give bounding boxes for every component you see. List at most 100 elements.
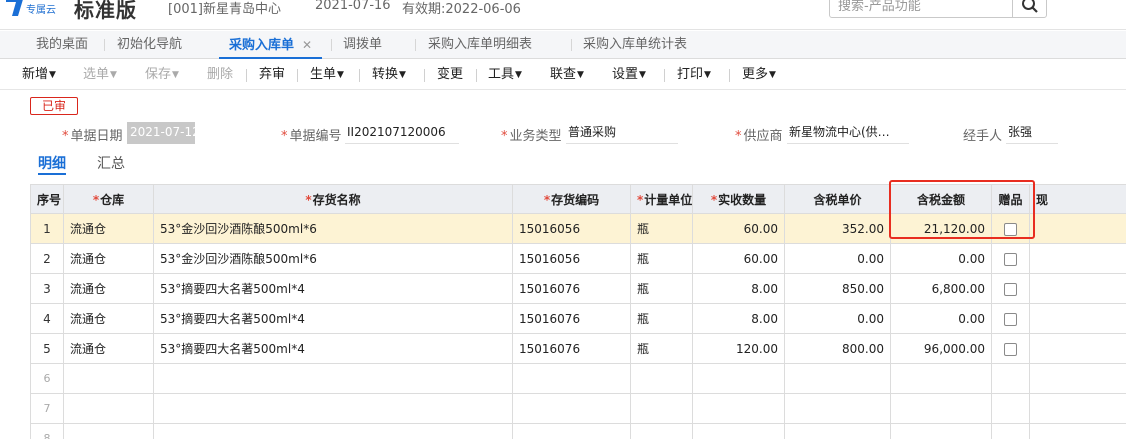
cell-warehouse[interactable]: 流通仓	[63, 303, 154, 334]
convert-button[interactable]: 转换▼	[372, 60, 406, 90]
cell-extra[interactable]	[1029, 213, 1126, 244]
cell-unit[interactable]: 瓶	[630, 333, 693, 364]
gift-checkbox[interactable]	[1004, 282, 1017, 296]
tab-purchase-receipt[interactable]: 采购入库单 ✕	[219, 31, 323, 59]
cell-extra[interactable]	[1029, 243, 1126, 274]
cell-empty[interactable]	[784, 393, 891, 424]
table-row-empty[interactable]: 8	[30, 423, 1126, 439]
gift-checkbox[interactable]	[1004, 252, 1017, 266]
cell-unit[interactable]: 瓶	[630, 243, 693, 274]
col-warehouse[interactable]: *仓库	[63, 184, 154, 214]
cell-empty[interactable]	[512, 393, 631, 424]
cell-empty[interactable]	[692, 393, 785, 424]
cell-qty[interactable]: 8.00	[692, 273, 785, 304]
cell-unit[interactable]: 瓶	[630, 213, 693, 244]
abandon-audit-button[interactable]: 弃审	[259, 60, 285, 90]
cell-empty[interactable]	[991, 393, 1030, 424]
cell-name[interactable]: 53°摘要四大名著500ml*4	[153, 303, 513, 334]
cell-extra[interactable]	[1029, 273, 1126, 304]
new-button[interactable]: 新增▼	[22, 60, 56, 90]
gift-checkbox[interactable]	[1004, 312, 1017, 326]
table-row-empty[interactable]: 7	[30, 393, 1126, 424]
cell-code[interactable]: 15016076	[512, 273, 631, 304]
tab-my-desktop[interactable]: 我的桌面	[36, 31, 88, 59]
linked-query-button[interactable]: 联查▼	[550, 60, 584, 90]
cell-empty[interactable]	[512, 363, 631, 394]
col-name[interactable]: *存货名称	[153, 184, 513, 214]
cell-name[interactable]: 53°摘要四大名著500ml*4	[153, 273, 513, 304]
cell-unit[interactable]: 瓶	[630, 273, 693, 304]
cell-empty[interactable]	[692, 363, 785, 394]
tools-button[interactable]: 工具▼	[488, 60, 522, 90]
cell-empty[interactable]	[692, 423, 785, 439]
cell-empty[interactable]	[890, 423, 992, 439]
cell-code[interactable]: 15016056	[512, 243, 631, 274]
cell-extra[interactable]	[1029, 333, 1126, 364]
tab-receipt-summary-report[interactable]: 采购入库单统计表	[583, 31, 687, 59]
cell-code[interactable]: 15016076	[512, 333, 631, 364]
handler-field[interactable]: 张强	[1006, 122, 1058, 144]
cell-name[interactable]: 53°摘要四大名著500ml*4	[153, 333, 513, 364]
cell-qty[interactable]: 60.00	[692, 213, 785, 244]
cell-unit[interactable]: 瓶	[630, 303, 693, 334]
settings-button[interactable]: 设置▼	[612, 60, 646, 90]
gift-checkbox[interactable]	[1004, 222, 1017, 236]
tab-detail[interactable]: 明细	[38, 153, 66, 175]
col-extra[interactable]: 现	[1029, 184, 1126, 214]
print-button[interactable]: 打印▼	[677, 60, 711, 90]
delete-button[interactable]: 删除	[207, 60, 233, 90]
tab-transfer[interactable]: 调拨单	[343, 31, 382, 59]
col-unit[interactable]: *计量单位	[630, 184, 693, 214]
cell-warehouse[interactable]: 流通仓	[63, 243, 154, 274]
search-input[interactable]	[838, 0, 1008, 15]
cell-empty[interactable]	[63, 393, 154, 424]
cell-empty[interactable]	[991, 423, 1030, 439]
cell-empty[interactable]	[1029, 423, 1126, 439]
cell-empty[interactable]	[784, 423, 891, 439]
col-gift[interactable]: 赠品	[991, 184, 1030, 214]
col-qty[interactable]: *实收数量	[692, 184, 785, 214]
cell-name[interactable]: 53°金沙回沙酒陈酿500ml*6	[153, 243, 513, 274]
cell-qty[interactable]: 60.00	[692, 243, 785, 274]
change-button[interactable]: 变更	[437, 60, 463, 90]
business-type-field[interactable]: 普通采购	[566, 122, 678, 144]
cell-price[interactable]: 352.00	[784, 213, 891, 244]
cell-warehouse[interactable]: 流通仓	[63, 333, 154, 364]
cell-empty[interactable]	[890, 363, 992, 394]
cell-empty[interactable]	[153, 423, 513, 439]
cell-empty[interactable]	[630, 423, 693, 439]
table-row[interactable]: 1 流通仓 53°金沙回沙酒陈酿500ml*6 15016056 瓶 60.00…	[30, 213, 1126, 244]
cell-empty[interactable]	[630, 393, 693, 424]
cell-empty[interactable]	[153, 363, 513, 394]
gift-checkbox[interactable]	[1004, 342, 1017, 356]
cell-price[interactable]: 0.00	[784, 243, 891, 274]
supplier-field[interactable]: 新星物流中心(供…	[787, 122, 909, 144]
cell-empty[interactable]	[63, 363, 154, 394]
cell-empty[interactable]	[1029, 393, 1126, 424]
cell-price[interactable]: 850.00	[784, 273, 891, 304]
col-code[interactable]: *存货编码	[512, 184, 631, 214]
table-row-empty[interactable]: 6	[30, 363, 1126, 394]
cell-price[interactable]: 0.00	[784, 303, 891, 334]
col-amount[interactable]: 含税金额	[890, 184, 992, 214]
cell-code[interactable]: 15016056	[512, 213, 631, 244]
tab-init-guide[interactable]: 初始化导航	[117, 31, 182, 59]
account-name[interactable]: [001]新星青岛中心	[168, 0, 281, 17]
table-row[interactable]: 4 流通仓 53°摘要四大名著500ml*4 15016076 瓶 8.00 0…	[30, 303, 1126, 334]
cell-empty[interactable]	[1029, 363, 1126, 394]
tab-receipt-detail-report[interactable]: 采购入库单明细表	[428, 31, 532, 59]
more-button[interactable]: 更多▼	[742, 60, 776, 90]
cell-empty[interactable]	[630, 363, 693, 394]
tab-summary[interactable]: 汇总	[97, 153, 125, 175]
cell-empty[interactable]	[153, 393, 513, 424]
col-price[interactable]: 含税单价	[784, 184, 891, 214]
cell-price[interactable]: 800.00	[784, 333, 891, 364]
close-icon[interactable]: ✕	[302, 38, 312, 52]
cell-empty[interactable]	[991, 363, 1030, 394]
search-button[interactable]	[1012, 0, 1046, 18]
select-button[interactable]: 选单▼	[83, 60, 117, 90]
table-row[interactable]: 3 流通仓 53°摘要四大名著500ml*4 15016076 瓶 8.00 8…	[30, 273, 1126, 304]
cell-amount[interactable]: 0.00	[890, 243, 992, 274]
cell-amount[interactable]: 21,120.00	[890, 213, 992, 244]
cell-amount[interactable]: 0.00	[890, 303, 992, 334]
